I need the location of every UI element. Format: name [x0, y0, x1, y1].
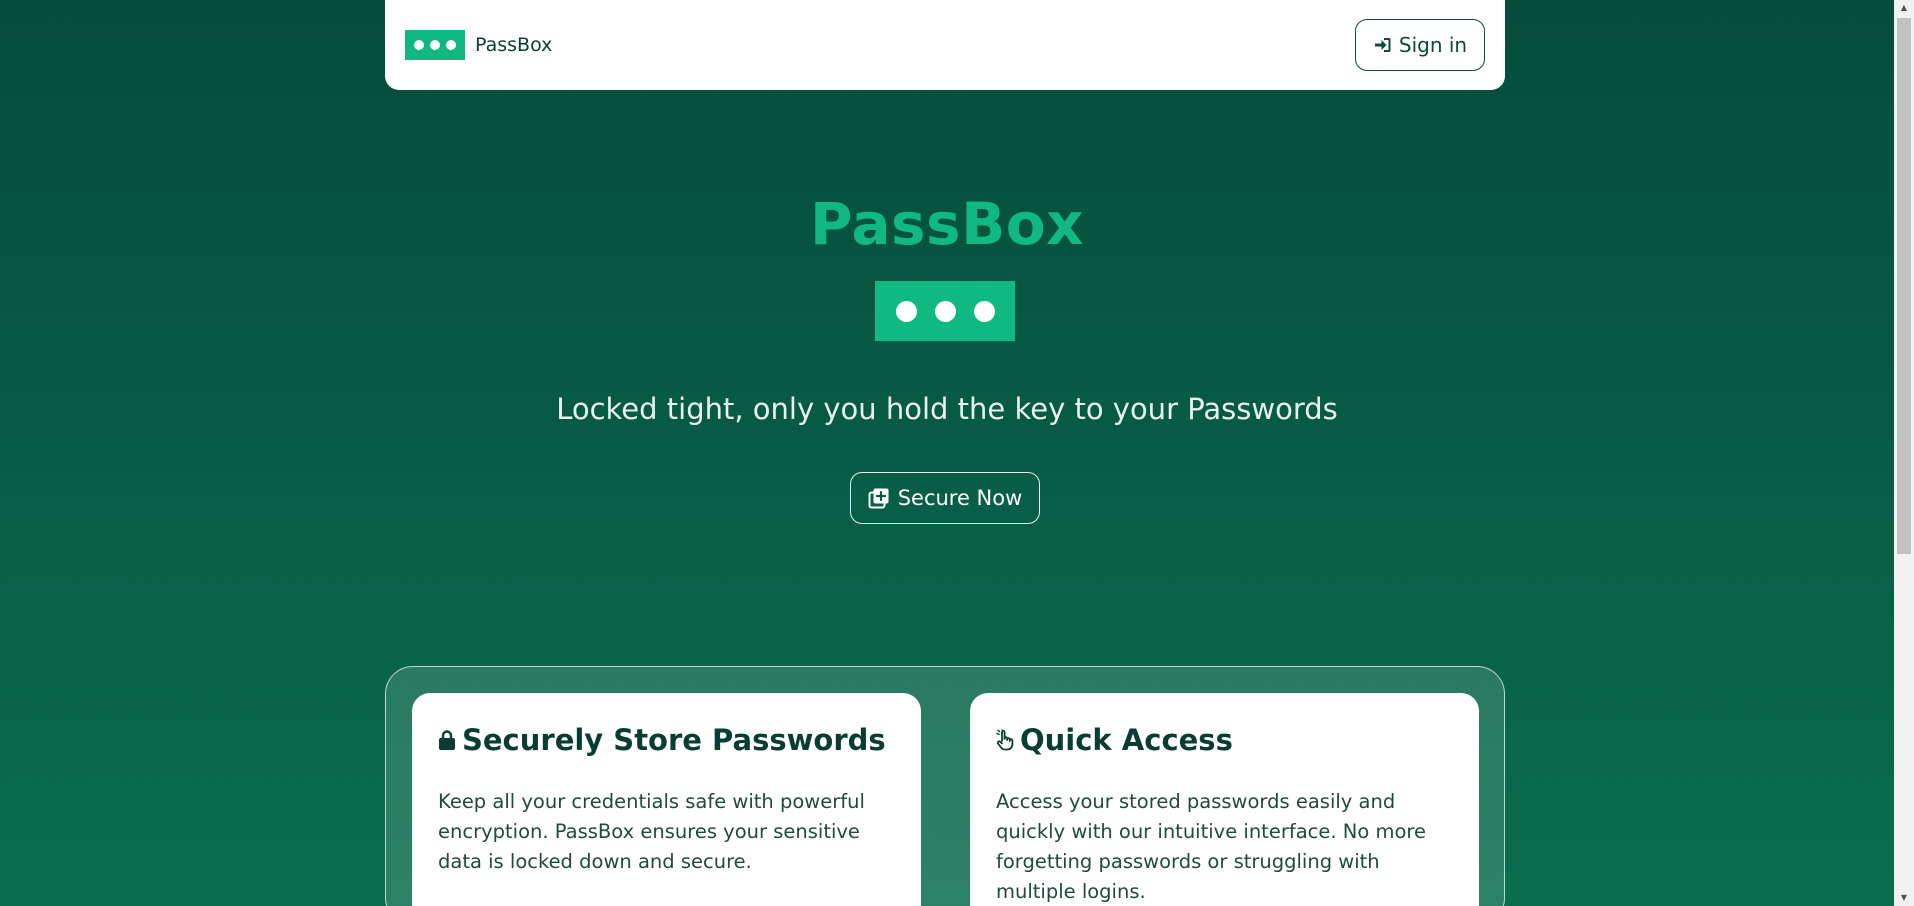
navbar: PassBox Sign in	[385, 0, 1505, 90]
lock-icon	[439, 730, 455, 750]
secure-now-label: Secure Now	[897, 486, 1023, 510]
hero-title: PassBox	[809, 190, 1085, 258]
brand-name: PassBox	[475, 34, 553, 56]
add-square-icon	[868, 488, 889, 509]
page: PassBox Sign in PassBox Locked tight, on…	[0, 0, 1894, 906]
hero-tagline: Locked tight, only you hold the key to y…	[556, 392, 1338, 426]
feature-card-secure-store: Securely Store Passwords Keep all your c…	[412, 693, 921, 906]
sign-in-icon	[1374, 38, 1391, 52]
vertical-scrollbar[interactable]: ▲ ▼	[1894, 0, 1914, 906]
feature-title: Securely Store Passwords	[462, 723, 886, 757]
feature-description: Access your stored passwords easily and …	[996, 790, 1426, 903]
sign-in-button[interactable]: Sign in	[1355, 19, 1485, 71]
scrollbar-thumb[interactable]	[1897, 18, 1911, 554]
sign-in-label: Sign in	[1398, 33, 1468, 57]
passbox-hero-logo-icon	[875, 281, 1015, 341]
feature-description: Keep all your credentials safe with powe…	[438, 790, 865, 873]
scroll-down-arrow-icon[interactable]: ▼	[1894, 890, 1914, 906]
pointer-hand-icon	[996, 729, 1014, 751]
passbox-logo-icon	[405, 30, 465, 60]
feature-card-quick-access: Quick Access Access your stored password…	[970, 693, 1479, 906]
brand-link[interactable]: PassBox	[405, 30, 552, 60]
secure-now-button[interactable]: Secure Now	[850, 472, 1040, 524]
feature-title: Quick Access	[1020, 723, 1233, 757]
features-section: Securely Store Passwords Keep all your c…	[385, 666, 1505, 906]
scroll-up-arrow-icon[interactable]: ▲	[1894, 0, 1914, 16]
